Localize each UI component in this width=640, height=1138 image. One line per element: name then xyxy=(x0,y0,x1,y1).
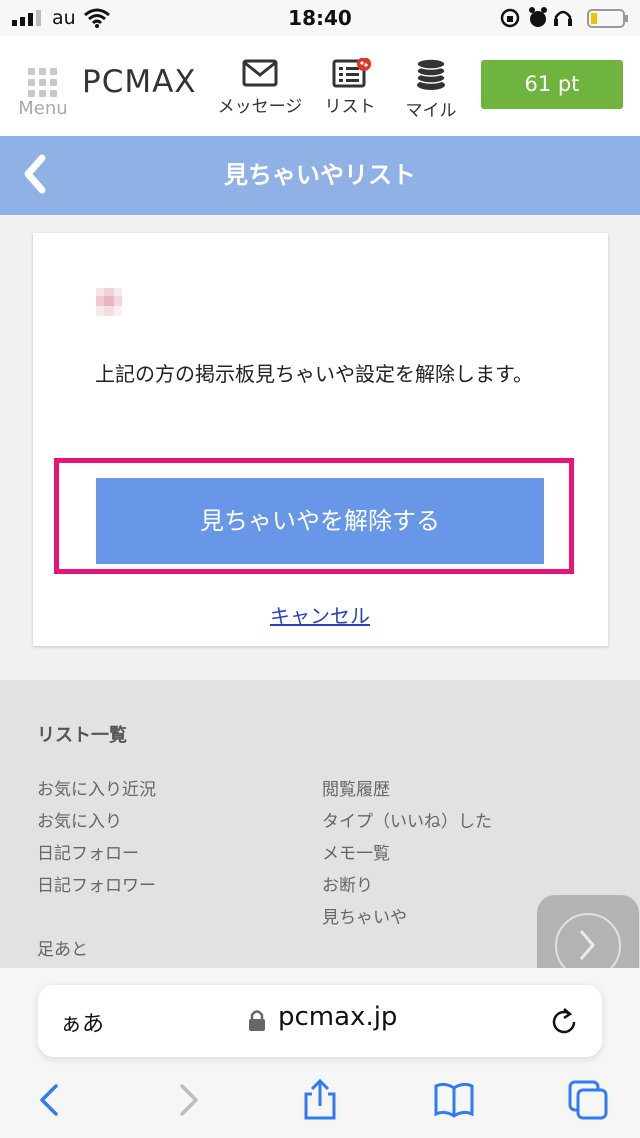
forward-icon[interactable] xyxy=(166,1078,210,1122)
footer-link[interactable]: お断り xyxy=(322,870,492,902)
footer-link[interactable]: 日記フォロワー xyxy=(37,870,156,902)
footer-link[interactable]: 日記フォロー xyxy=(37,838,156,870)
footer-left-column: お気に入り近況 お気に入り 日記フォロー 日記フォロワー xyxy=(37,774,156,902)
page-title: 見ちゃいやリスト xyxy=(224,161,416,189)
reader-aa-button[interactable]: ぁあ xyxy=(60,1006,104,1038)
url-text[interactable]: pcmax.jp xyxy=(278,1002,397,1032)
envelope-icon xyxy=(242,59,278,87)
status-icons xyxy=(500,7,628,28)
nav-mile-label: マイル xyxy=(405,101,457,121)
nav-message-label: メッセージ xyxy=(217,97,303,117)
chevron-right-icon xyxy=(579,930,595,960)
footer-link[interactable]: メモ一覧 xyxy=(322,838,492,870)
coins-icon xyxy=(416,58,446,90)
footer-link[interactable]: 閲覧履歴 xyxy=(322,774,492,806)
tabs-icon[interactable] xyxy=(566,1078,610,1122)
footer-heading: リスト一覧 xyxy=(37,725,127,746)
points-button[interactable]: 61 pt xyxy=(481,60,623,109)
back-chevron-icon[interactable] xyxy=(18,152,52,196)
list-icon xyxy=(332,58,371,88)
grid-icon xyxy=(28,68,58,98)
confirm-message: 上記の方の掲示板見ちゃいや設定を解除します。 xyxy=(95,362,533,386)
back-icon[interactable] xyxy=(28,1078,72,1122)
nav-message[interactable]: メッセージ xyxy=(214,58,306,120)
lock-icon xyxy=(249,1010,265,1031)
share-icon[interactable] xyxy=(298,1078,342,1122)
menu-button[interactable]: Menu xyxy=(14,68,72,124)
bookmarks-icon[interactable] xyxy=(432,1078,476,1122)
footer-link[interactable]: 見ちゃいや xyxy=(322,902,492,934)
release-button[interactable]: 見ちゃいやを解除する xyxy=(96,478,544,564)
pcmax-logo[interactable]: PCMAX xyxy=(82,64,202,104)
footer-link[interactable]: お気に入り xyxy=(37,806,156,838)
footer-link[interactable]: お気に入り近況 xyxy=(37,774,156,806)
nav-mile[interactable]: マイル xyxy=(398,58,464,121)
cancel-link[interactable]: キャンセル xyxy=(0,600,640,629)
reload-icon[interactable] xyxy=(550,1006,578,1036)
menu-label: Menu xyxy=(18,98,68,119)
footer-link-footprints[interactable]: 足あと xyxy=(37,935,88,960)
footer-link[interactable]: タイプ（いいね）した xyxy=(322,806,492,838)
footer-right-column: 閲覧履歴 タイプ（いいね）した メモ一覧 お断り 見ちゃいや xyxy=(322,774,492,934)
blurred-avatar xyxy=(96,288,122,316)
nav-list-label: リスト xyxy=(324,97,376,117)
nav-list[interactable]: リスト xyxy=(318,58,382,120)
